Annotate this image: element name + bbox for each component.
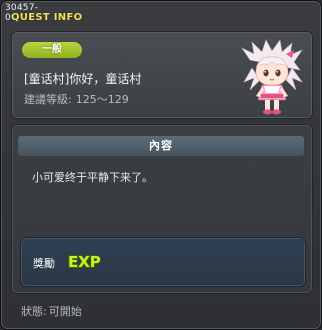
quest-category-badge: 一般 [22,42,82,58]
level-range: 125〜129 [75,93,129,106]
exp-text: EXP [68,253,101,271]
status-value: 可開始 [48,305,82,318]
recommended-level: 建議等級: 125〜129 [24,91,129,107]
content-header: 內容 [18,136,304,156]
window-title: QUEST INFO [11,12,83,23]
quest-summary-panel: 一般 [童话村]你好，童话村 建議等級: 125〜129 [11,31,313,119]
reward-label: 獎勵 [33,257,55,270]
status-label: 狀態: [21,305,47,318]
quest-info-window: 30457-0 QUEST INFO 一般 [童话村]你好，童话村 建議等級: 1… [0,0,322,330]
exp-icon[interactable]: EXP [67,250,103,272]
quest-name: [童话村]你好，童话村 [24,72,142,86]
quest-status: 狀態: 可開始 [21,303,82,319]
reward-box: 獎勵 EXP [20,237,306,287]
level-label: 建議等級: [24,93,72,106]
quest-description: 小可爱终于平静下来了。 [32,171,153,184]
npc-girl-portrait-icon [241,39,303,115]
quest-content-panel: 內容 小可爱终于平静下来了。 獎勵 EXP [11,124,313,294]
